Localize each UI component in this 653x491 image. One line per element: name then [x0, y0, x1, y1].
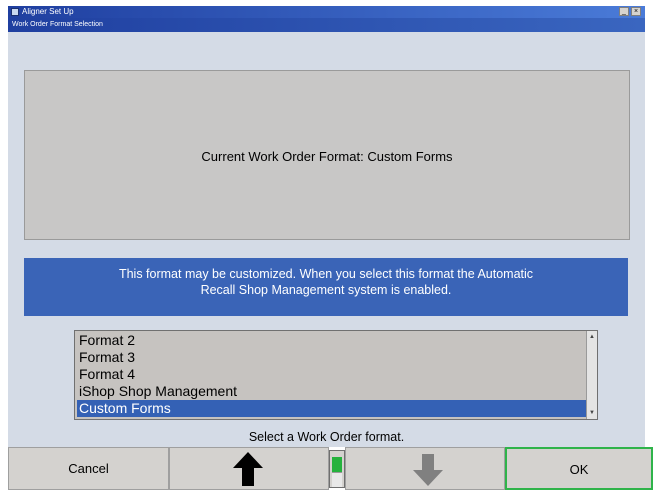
list-item-custom-forms[interactable]: Custom Forms	[77, 400, 587, 417]
list-item-format-2[interactable]: Format 2	[77, 332, 587, 349]
scroll-down-icon[interactable]: ▼	[588, 409, 596, 417]
level-indicator-empty	[332, 472, 342, 487]
info-line-1: This format may be customized. When you …	[118, 267, 534, 281]
level-indicator	[329, 450, 345, 488]
info-banner: This format may be customized. When you …	[24, 258, 628, 316]
down-arrow-icon	[413, 454, 443, 486]
window-title: Aligner Set Up	[22, 7, 74, 16]
app-icon	[11, 8, 19, 16]
cancel-button[interactable]: Cancel	[8, 447, 169, 490]
prompt-text: Select a Work Order format.	[248, 430, 405, 444]
format-list[interactable]: Format 2 Format 3 Format 4 iShop Shop Ma…	[74, 330, 598, 420]
up-arrow-icon	[233, 452, 263, 486]
list-scrollbar[interactable]: ▲ ▼	[586, 331, 597, 419]
window-titlebar: Aligner Set Up _ ×	[8, 6, 645, 18]
dialog-titlebar: Work Order Format Selection	[8, 18, 645, 32]
screen: Aligner Set Up _ × Work Order Format Sel…	[0, 0, 653, 490]
down-button[interactable]	[345, 447, 505, 490]
minimize-button[interactable]: _	[619, 7, 629, 16]
work-order-dialog: Work Order Format Selection Current Work…	[8, 18, 645, 447]
level-indicator-fill	[332, 457, 342, 472]
info-line-2: Recall Shop Management system is enabled…	[200, 283, 452, 297]
list-item-format-3[interactable]: Format 3	[77, 349, 587, 366]
ok-button[interactable]: OK	[505, 447, 653, 490]
up-button[interactable]	[169, 447, 329, 490]
current-format-text: Current Work Order Format: Custom Forms	[201, 149, 453, 164]
list-item-ishop[interactable]: iShop Shop Management	[77, 383, 587, 400]
scroll-up-icon[interactable]: ▲	[588, 333, 596, 341]
dialog-title: Work Order Format Selection	[12, 21, 103, 28]
close-button[interactable]: ×	[631, 7, 641, 16]
current-format-panel: Current Work Order Format: Custom Forms	[24, 70, 630, 240]
list-item-format-4[interactable]: Format 4	[77, 366, 587, 383]
